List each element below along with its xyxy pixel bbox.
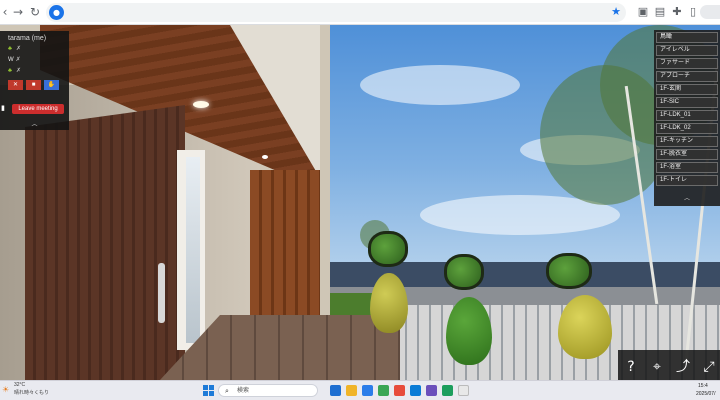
sidebar-icon[interactable]: ▯ (686, 5, 700, 19)
ceiling-light (262, 155, 268, 159)
taskbar-app-icon[interactable] (362, 385, 373, 396)
3d-viewport[interactable] (0, 25, 720, 380)
view-item[interactable]: 1F-浴室 (656, 162, 718, 173)
profile-avatar[interactable] (700, 5, 720, 19)
clock-date[interactable]: 2025/07/ (696, 391, 715, 397)
taskbar-app-icon[interactable] (394, 385, 405, 396)
taskbar-app-icon[interactable] (410, 385, 421, 396)
location-pin-icon[interactable]: ⌖ (648, 358, 666, 376)
chevron-up-icon[interactable]: ︿ (654, 194, 720, 204)
view-item[interactable]: アプローチ (656, 71, 718, 82)
view-item[interactable]: 1F-玄関 (656, 84, 718, 95)
extension-icon[interactable]: ▣ (636, 5, 650, 19)
view-item[interactable]: ファサード (656, 58, 718, 69)
meeting-panel: tarama (me) ♣ ✗ W ✗ ♣ ✗ ✕ ■ ✋ ▮ Leave meeti… (0, 31, 69, 130)
avatar-head[interactable] (546, 253, 592, 289)
view-item[interactable]: 1F-LDK_01 (656, 110, 718, 121)
leave-meeting-button[interactable]: Leave meeting (12, 104, 64, 114)
participant-row: ♣ ✗ (8, 67, 21, 74)
reload-icon[interactable]: ↻ (27, 4, 43, 20)
site-info-icon[interactable]: ● (49, 5, 64, 20)
front-door (25, 105, 185, 380)
window-glass (186, 157, 200, 343)
windows-taskbar: ☀ 32°C 晴れ時々くもり ⌕ 検索 15:4 2025/07/ (0, 380, 720, 400)
cloud (360, 65, 520, 105)
puzzle-icon[interactable]: ✚ (670, 5, 684, 19)
avatar-head[interactable] (444, 254, 484, 290)
help-icon[interactable]: ? (622, 358, 640, 376)
mic-off-icon[interactable]: ✕ (8, 80, 23, 90)
arrow-right-icon[interactable]: → (10, 4, 26, 20)
search-icon: ⌕ (225, 387, 229, 395)
fullscreen-icon[interactable]: ⤢ (700, 358, 718, 376)
taskbar-app-icon[interactable] (330, 385, 341, 396)
view-item[interactable]: 1F-脱衣室 (656, 149, 718, 160)
user-icon: ♣ (8, 68, 12, 74)
mic-muted-icon: ✗ (15, 68, 21, 74)
mic-muted-icon: ✗ (15, 46, 21, 52)
taskbar-app-icon[interactable] (458, 385, 469, 396)
participant-label: W (8, 57, 14, 63)
weather-temp[interactable]: 32°C (14, 382, 25, 388)
taskbar-app-icon[interactable] (378, 385, 389, 396)
screen: ‹ → ↻ ● ★ ▣ ▤ ✚ ▯ tarama (me) ♣ ✗ W ✗ ♣ … (0, 0, 720, 400)
camera-off-icon[interactable]: ■ (26, 80, 41, 90)
search-placeholder: 検索 (237, 388, 250, 394)
weather-icon[interactable]: ☀ (2, 385, 12, 395)
bookmark-star-icon[interactable]: ★ (609, 5, 623, 19)
route-icon[interactable]: ⤴ (674, 358, 692, 376)
taskbar-app-icon[interactable] (346, 385, 357, 396)
view-menu: 鳥瞰 アイレベル ファサード アプローチ 1F-玄関 1F-SIC 1F-LDK… (654, 30, 720, 206)
avatar-head[interactable] (368, 231, 408, 267)
participant-row: W ✗ (8, 56, 21, 63)
hand-raise-icon[interactable]: ✋ (44, 80, 59, 90)
view-item[interactable]: 鳥瞰 (656, 32, 718, 43)
door-handle (158, 263, 165, 323)
viewer-controls: ? ⌖ ⤴ ⤢ (618, 350, 720, 382)
user-icon: ♣ (8, 46, 12, 52)
mic-muted-icon: ✗ (15, 57, 21, 63)
browser-toolbar: ‹ → ↻ ● ★ ▣ ▤ ✚ ▯ (0, 0, 720, 25)
view-item[interactable]: アイレベル (656, 45, 718, 56)
ceiling-light (193, 101, 209, 108)
participant-row: ♣ ✗ (8, 45, 21, 52)
taskbar-app-icon[interactable] (426, 385, 437, 396)
view-item[interactable]: 1F-SIC (656, 97, 718, 108)
participant-name: tarama (me) (8, 35, 47, 42)
wood-pillar (250, 170, 320, 320)
clock-time[interactable]: 15:4 (698, 383, 708, 389)
view-item[interactable]: 1F-LDK_02 (656, 123, 718, 134)
signal-icon: ▮ (1, 105, 5, 112)
address-bar[interactable]: ● (46, 3, 626, 22)
view-item[interactable]: 1F-トイレ (656, 175, 718, 186)
windows-start-icon[interactable] (203, 385, 214, 396)
weather-desc[interactable]: 晴れ時々くもり (14, 389, 49, 396)
chevron-up-icon[interactable]: ︿ (0, 121, 69, 130)
taskbar-app-icon[interactable] (442, 385, 453, 396)
screenshot-icon[interactable]: ▤ (653, 5, 667, 19)
view-item[interactable]: 1F-キッチン (656, 136, 718, 147)
taskbar-search[interactable]: ⌕ 検索 (218, 384, 318, 397)
